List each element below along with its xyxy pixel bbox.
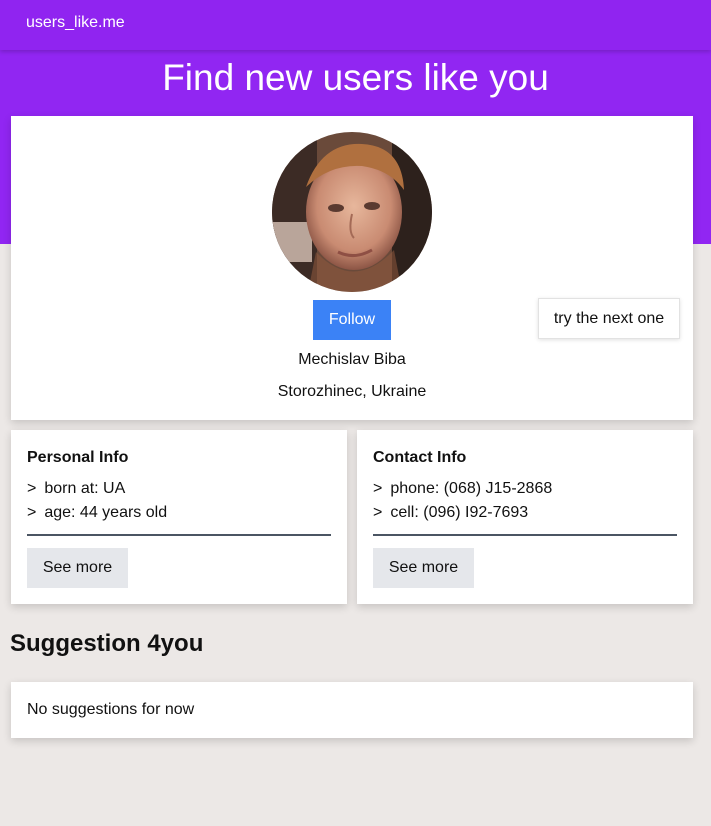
list-item: > phone: (068) J15-2868 xyxy=(373,480,552,504)
user-location: Storozhinec, Ukraine xyxy=(277,383,427,400)
list-item: > born at: UA xyxy=(27,480,167,504)
personal-info-card: Personal Info > born at: UA > age: 44 year… xyxy=(11,430,347,604)
contact-info-card: Contact Info > phone: (068) J15-2868 > cel… xyxy=(357,430,693,604)
divider xyxy=(373,534,677,536)
personal-see-more-button[interactable]: See more xyxy=(27,548,128,588)
contact-info-cell: cell: (096) I92-7693 xyxy=(390,504,529,521)
contact-see-more-button[interactable]: See more xyxy=(373,548,474,588)
chevron-right-icon: > xyxy=(373,480,383,497)
avatar xyxy=(272,132,432,292)
suggestions-card: No suggestions for now xyxy=(11,682,693,738)
profile-card: Follow try the next one Mechislav Biba S… xyxy=(11,116,693,420)
list-item: > age: 44 years old xyxy=(27,504,167,528)
next-user-button[interactable]: try the next one xyxy=(538,298,680,339)
list-item: > cell: (096) I92-7693 xyxy=(373,504,552,528)
personal-info-list: > born at: UA > age: 44 years old xyxy=(27,480,167,528)
personal-info-born: born at: UA xyxy=(44,480,126,497)
contact-info-title: Contact Info xyxy=(373,449,467,466)
personal-info-age: age: 44 years old xyxy=(44,504,168,521)
divider xyxy=(27,534,331,536)
follow-button[interactable]: Follow xyxy=(313,300,391,340)
brand-link[interactable]: users_like.me xyxy=(26,14,125,32)
suggestions-heading: Suggestion 4you xyxy=(10,630,204,657)
chevron-right-icon: > xyxy=(373,504,383,521)
personal-info-title: Personal Info xyxy=(27,449,129,466)
empty-suggestions-text: No suggestions for now xyxy=(27,701,195,718)
contact-info-phone: phone: (068) J15-2868 xyxy=(390,480,553,497)
page-title: Find new users like you xyxy=(162,57,549,98)
chevron-right-icon: > xyxy=(27,480,37,497)
navbar: users_like.me xyxy=(0,0,711,50)
user-name: Mechislav Biba xyxy=(298,351,406,368)
contact-info-list: > phone: (068) J15-2868 > cell: (096) I92-… xyxy=(373,480,552,528)
avatar-photo xyxy=(272,132,432,292)
chevron-right-icon: > xyxy=(27,504,37,521)
